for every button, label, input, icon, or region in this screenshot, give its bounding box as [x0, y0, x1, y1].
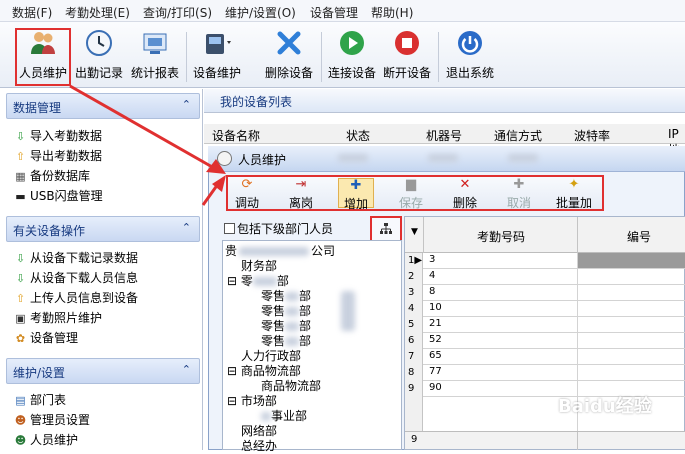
annotation-arrows [69, 84, 226, 206]
baidu-watermark: Baidu经验 [558, 396, 652, 417]
